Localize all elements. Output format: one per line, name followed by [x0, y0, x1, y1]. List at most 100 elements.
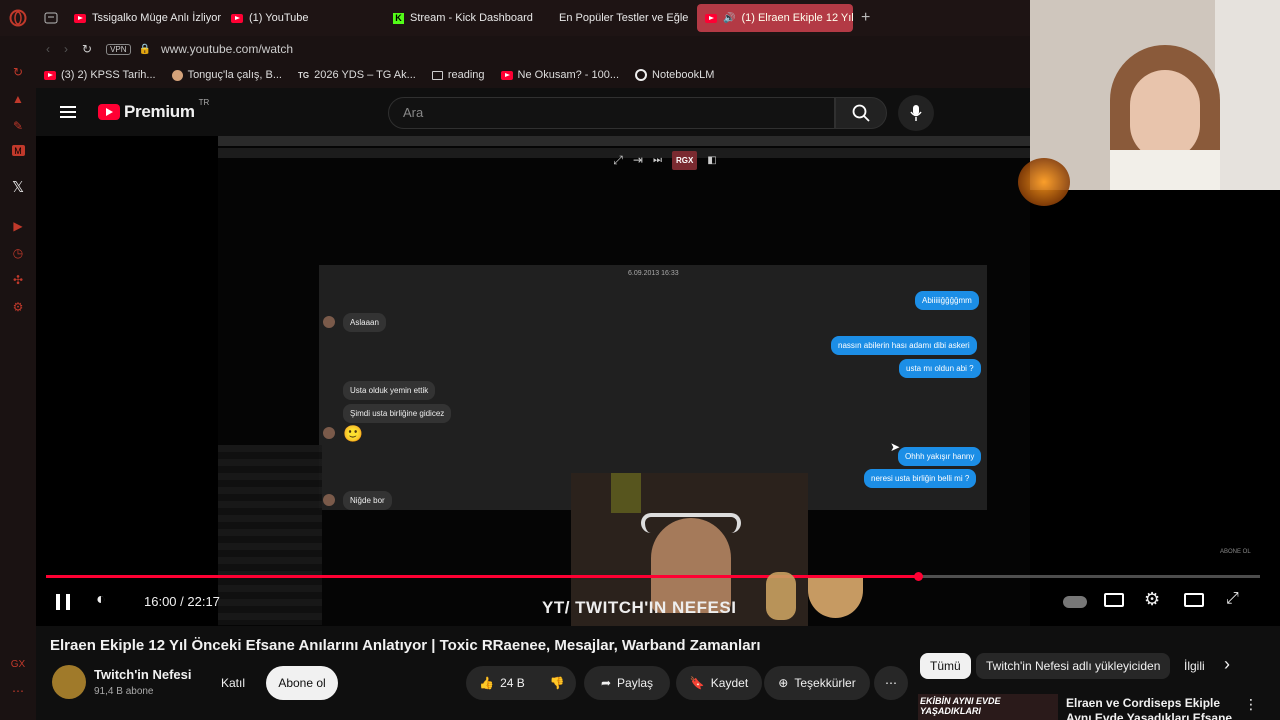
forward-icon[interactable]: › — [64, 42, 68, 56]
gmail-icon[interactable]: M — [11, 145, 25, 156]
back-icon[interactable]: ‹ — [46, 42, 50, 56]
tab-label: (1) YouTube — [249, 12, 309, 24]
search-button[interactable] — [835, 97, 887, 129]
voice-search-button[interactable] — [898, 95, 934, 131]
dislike-button[interactable]: 👎 — [538, 666, 576, 700]
subtitles-icon[interactable] — [1104, 593, 1124, 607]
recommendation-thumbnail[interactable]: EKİBİN AYNI EVDE YAŞADIKLARI — [918, 694, 1058, 720]
opera-logo-icon[interactable] — [0, 9, 36, 27]
miniplayer-icon[interactable] — [1184, 593, 1204, 607]
channel-name[interactable]: Twitch'in Nefesi — [94, 667, 191, 682]
video-title: Elraen Ekiple 12 Yıl Önceki Efsane Anıla… — [50, 637, 761, 654]
tab-active[interactable]: 🔊 (1) Elraen Ekiple 12 Yıl Ö — [697, 4, 853, 32]
volume-icon[interactable]: ◐ — [96, 591, 106, 609]
more-actions-button[interactable]: ⋯ — [874, 666, 908, 700]
pencil-icon[interactable]: ✎ — [10, 118, 26, 134]
gx-icon[interactable]: GX — [10, 656, 26, 672]
search-icon — [852, 104, 870, 122]
share-icon: ➦ — [600, 676, 612, 690]
lock-icon: 🔒 — [138, 43, 151, 55]
progress-bar[interactable] — [46, 575, 1260, 578]
inner-browser-tabs — [218, 136, 1030, 146]
player-controls: ◐ 16:00 / 22:17 ⚙ ⤢ — [36, 588, 1280, 618]
bookmark-label: Ne Okusam? - 100... — [517, 69, 620, 81]
autoplay-toggle[interactable] — [1063, 596, 1087, 608]
avatar — [323, 427, 335, 439]
pip-icon[interactable]: ◧ — [707, 155, 716, 166]
bookmark-0[interactable]: (3) 2) KPSS Tarih... — [44, 69, 156, 81]
premium-logo-text: Premium — [124, 102, 195, 121]
abone-ol-watermark: ABONE OL — [1220, 549, 1251, 555]
history-icon[interactable]: ↻ — [10, 64, 26, 80]
pause-icon[interactable] — [56, 594, 70, 610]
settings-icon[interactable]: ⚙ — [10, 299, 26, 315]
recommendation-menu-icon[interactable]: ⋮ — [1244, 696, 1258, 713]
channel-avatar[interactable] — [52, 665, 86, 699]
like-button[interactable]: 👍 24 B — [466, 666, 538, 700]
thumbs-down-icon: 👎 — [549, 676, 565, 690]
player-icon[interactable]: ▶ — [10, 218, 26, 234]
youtube-icon — [44, 70, 56, 80]
chip-related[interactable]: İlgili — [1176, 653, 1216, 679]
chip-all[interactable]: Tümü — [920, 653, 971, 679]
bookmark-4[interactable]: Ne Okusam? - 100... — [500, 69, 620, 81]
time-display: 16:00 / 22:17 — [144, 594, 220, 609]
tab-label: Stream - Kick Dashboard — [410, 12, 533, 24]
bookmark-label: Tonguç'la çalış, B... — [187, 69, 282, 81]
subscribe-button[interactable]: Abone ol — [266, 666, 338, 700]
share-button[interactable]: ➦ Paylaş — [584, 666, 670, 700]
youtube-logo[interactable]: Premium TR — [98, 98, 209, 122]
avatar — [323, 316, 335, 328]
bookmark-5[interactable]: NotebookLM — [635, 69, 714, 81]
tab-1[interactable]: (1) YouTube — [223, 4, 383, 32]
extensions-icon[interactable]: ✣ — [10, 272, 26, 288]
image-viewer-controls: ⤢ ⇥ ⏭ RGX ◧ — [590, 148, 740, 172]
exit-icon[interactable]: ⇥ — [633, 153, 643, 167]
bookmark-2[interactable]: TG 2026 YDS – TG Ak... — [298, 69, 416, 81]
thanks-button[interactable]: ⊕ Teşekkürler — [764, 666, 870, 700]
x-twitter-icon[interactable]: 𝕏 — [10, 179, 26, 196]
bookmark-icon: 🔖 — [689, 676, 705, 690]
recommendation-title[interactable]: Elraen ve Cordiseps Ekiple Aynı Evde Yaş… — [1066, 696, 1236, 720]
bookmark-label: 2026 YDS – TG Ak... — [314, 69, 416, 81]
message-left-4: Niğde bor — [343, 491, 392, 510]
search-input[interactable]: Ara — [388, 97, 835, 129]
bookmark-3[interactable]: reading — [431, 69, 485, 81]
tab-menu-icon[interactable] — [36, 12, 66, 24]
url-field[interactable]: www.youtube.com/watch — [161, 42, 293, 56]
expand-icon[interactable]: ⤢ — [613, 153, 623, 168]
microphone-icon — [910, 105, 922, 121]
message-left-2: Şimdi usta birliğine gidicez — [343, 404, 452, 423]
bookmark-label: reading — [447, 69, 485, 81]
fullscreen-icon[interactable]: ⤢ — [1226, 590, 1239, 608]
clock-icon[interactable]: ◷ — [10, 245, 26, 261]
progress-scrubber[interactable] — [913, 572, 923, 581]
like-count: 24 B — [500, 676, 525, 690]
chips-next-icon[interactable]: › — [1224, 654, 1230, 675]
bookmarks-bar: (3) 2) KPSS Tarih... Tonguç'la çalış, B.… — [36, 62, 1030, 88]
aria-icon[interactable]: ▲ — [10, 91, 26, 107]
tab-2[interactable]: K Stream - Kick Dashboard — [385, 4, 543, 32]
youtube-icon — [705, 13, 717, 23]
tab-0[interactable]: Tssigalko Müge Anlı İzliyor — [66, 4, 221, 32]
join-button[interactable]: Katıl — [208, 666, 258, 700]
speaker-icon: 🔊 — [723, 12, 736, 24]
settings-icon[interactable]: ⚙ — [1144, 589, 1160, 610]
next-icon[interactable]: ⏭ — [653, 155, 662, 166]
notebook-icon — [635, 69, 648, 81]
vpn-badge[interactable]: VPN — [106, 43, 131, 55]
more-icon[interactable]: ⋯ — [10, 683, 26, 699]
more-icon: ⋯ — [885, 676, 897, 690]
save-button[interactable]: 🔖 Kaydet — [676, 666, 762, 700]
message-left-0: Aslaaan — [343, 313, 386, 332]
reload-icon[interactable]: ↻ — [82, 42, 92, 56]
chip-uploader[interactable]: Twitch'in Nefesi adlı yükleyiciden — [976, 653, 1171, 679]
hamburger-menu-icon[interactable] — [60, 103, 76, 121]
bookmark-1[interactable]: Tonguç'la çalış, B... — [171, 69, 282, 81]
rgx-button[interactable]: RGX — [671, 150, 698, 170]
message-right-3: Ohhh yakışır hanny — [898, 447, 982, 466]
new-tab-button[interactable]: + — [855, 9, 876, 27]
bookmark-label: (3) 2) KPSS Tarih... — [61, 69, 156, 81]
tab-3[interactable]: En Popüler Testler ve Eğle — [545, 4, 695, 32]
message-right-0: Abiiiiiğğğğmm — [915, 291, 979, 310]
